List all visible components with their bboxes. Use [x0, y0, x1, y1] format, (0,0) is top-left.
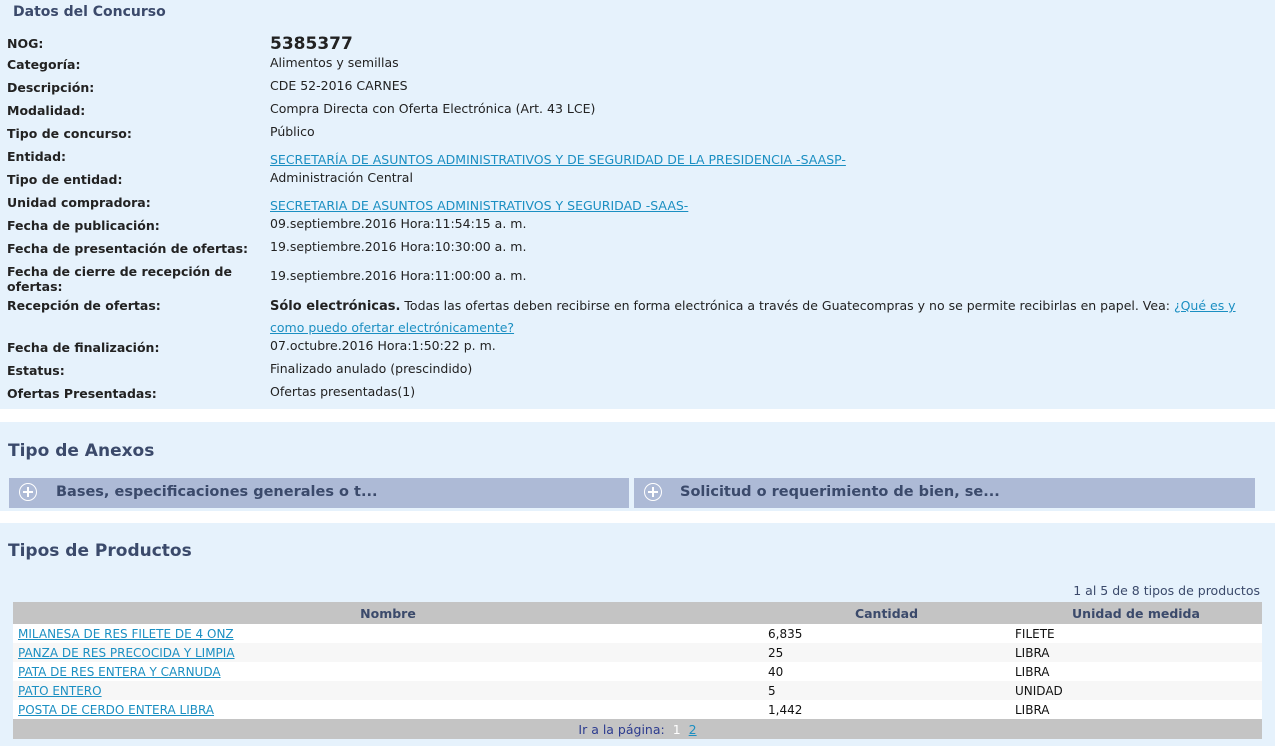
recepcion-value: Sólo electrónicas. Todas las ofertas deb… [270, 295, 1245, 338]
producto-link[interactable]: PATA DE RES ENTERA Y CARNUDA [18, 665, 221, 679]
field-value: Alimentos y semillas [270, 55, 399, 70]
field-label: Fecha de cierre de recepción de ofertas: [7, 264, 232, 294]
cell-unidad: LIBRA [1010, 643, 1262, 662]
productos-count: 1 al 5 de 8 tipos de productos [1073, 583, 1260, 598]
datos-concurso-panel: Datos del Concurso NOG: 5385377 Categorí… [0, 0, 1275, 409]
pager-page-link[interactable]: 2 [689, 722, 697, 737]
field-value: 09.septiembre.2016 Hora:11:54:15 a. m. [270, 216, 527, 231]
pager-current-page: 1 [672, 721, 681, 737]
col-header-cantidad[interactable]: Cantidad [763, 602, 1010, 624]
cell-cantidad: 1,442 [763, 700, 1010, 719]
field-value: Compra Directa con Oferta Electrónica (A… [270, 101, 596, 116]
plus-circle-icon [644, 483, 662, 501]
field-label: Tipo de entidad: [7, 172, 123, 187]
table-row: PATO ENTERO 5 UNIDAD [13, 681, 1262, 700]
datos-concurso-title: Datos del Concurso [13, 4, 166, 20]
field-value: 07.octubre.2016 Hora:1:50:22 p. m. [270, 338, 496, 353]
field-label: Fecha de publicación: [7, 218, 160, 233]
producto-link[interactable]: PANZA DE RES PRECOCIDA Y LIMPIA [18, 646, 235, 660]
anexos-title: Tipo de Anexos [8, 441, 155, 461]
field-value: Administración Central [270, 170, 413, 185]
field-label: Recepción de ofertas: [7, 298, 161, 313]
field-label: Unidad compradora: [7, 195, 151, 210]
anexo-label: Solicitud o requerimiento de bien, se... [680, 484, 1000, 500]
pager-label: Ir a la página: [578, 721, 665, 737]
table-row: POSTA DE CERDO ENTERA LIBRA 1,442 LIBRA [13, 700, 1262, 719]
producto-link[interactable]: PATO ENTERO [18, 684, 102, 698]
cell-unidad: FILETE [1010, 624, 1262, 643]
producto-link[interactable]: POSTA DE CERDO ENTERA LIBRA [18, 703, 214, 717]
plus-circle-icon [19, 483, 37, 501]
field-label: Estatus: [7, 363, 65, 378]
table-row: PANZA DE RES PRECOCIDA Y LIMPIA 25 LIBRA [13, 643, 1262, 662]
field-value: CDE 52-2016 CARNES [270, 78, 408, 93]
anexo-solicitud-toggle[interactable]: Solicitud o requerimiento de bien, se... [634, 478, 1255, 508]
col-header-unidad[interactable]: Unidad de medida [1010, 602, 1262, 624]
unidad-compradora-link[interactable]: SECRETARIA DE ASUNTOS ADMINISTRATIVOS Y … [270, 198, 688, 213]
productos-table: Nombre Cantidad Unidad de medida MILANES… [13, 602, 1262, 739]
field-value: Finalizado anulado (prescindido) [270, 361, 473, 376]
field-label: Tipo de concurso: [7, 126, 132, 141]
col-header-nombre[interactable]: Nombre [13, 602, 763, 624]
pager: Ir a la página: 1 2 [13, 719, 1262, 739]
producto-link[interactable]: MILANESA DE RES FILETE DE 4 ONZ [18, 627, 234, 641]
field-label: Modalidad: [7, 103, 86, 118]
recepcion-bold: Sólo electrónicas. [270, 299, 401, 314]
anexo-bases-toggle[interactable]: Bases, especificaciones generales o t... [9, 478, 629, 508]
anexo-label: Bases, especificaciones generales o t... [56, 484, 378, 500]
nog-value: 5385377 [270, 34, 353, 54]
cell-nombre: PATA DE RES ENTERA Y CARNUDA [13, 662, 763, 681]
field-label: Ofertas Presentadas: [7, 386, 157, 401]
field-label: Fecha de presentación de ofertas: [7, 241, 249, 256]
recepcion-text: Todas las ofertas deben recibirse en for… [404, 298, 1170, 313]
field-label: Descripción: [7, 80, 95, 95]
cell-cantidad: 5 [763, 681, 1010, 700]
table-header-row: Nombre Cantidad Unidad de medida [13, 602, 1262, 624]
cell-unidad: LIBRA [1010, 662, 1262, 681]
field-label: NOG: [7, 36, 44, 51]
field-value: 19.septiembre.2016 Hora:10:30:00 a. m. [270, 239, 527, 254]
anexos-panel: Tipo de Anexos Bases, especificaciones g… [0, 422, 1275, 511]
table-row: PATA DE RES ENTERA Y CARNUDA 40 LIBRA [13, 662, 1262, 681]
field-value: 19.septiembre.2016 Hora:11:00:00 a. m. [270, 268, 527, 283]
cell-cantidad: 6,835 [763, 624, 1010, 643]
cell-nombre: POSTA DE CERDO ENTERA LIBRA [13, 700, 763, 719]
field-value-wrapper: SECRETARÍA DE ASUNTOS ADMINISTRATIVOS Y … [270, 150, 1245, 170]
cell-cantidad: 40 [763, 662, 1010, 681]
field-value: Ofertas presentadas(1) [270, 384, 416, 399]
productos-panel: Tipos de Productos 1 al 5 de 8 tipos de … [0, 523, 1275, 746]
field-label: Fecha de finalización: [7, 340, 160, 355]
entidad-link[interactable]: SECRETARÍA DE ASUNTOS ADMINISTRATIVOS Y … [270, 152, 846, 167]
field-label: Entidad: [7, 149, 67, 164]
field-label: Categoría: [7, 57, 81, 72]
pager-row: Ir a la página: 1 2 [13, 719, 1262, 739]
productos-title: Tipos de Productos [8, 541, 192, 561]
cell-nombre: PANZA DE RES PRECOCIDA Y LIMPIA [13, 643, 763, 662]
field-value: Público [270, 124, 315, 139]
cell-nombre: PATO ENTERO [13, 681, 763, 700]
table-row: MILANESA DE RES FILETE DE 4 ONZ 6,835 FI… [13, 624, 1262, 643]
field-value-wrapper: SECRETARIA DE ASUNTOS ADMINISTRATIVOS Y … [270, 196, 1245, 216]
cell-nombre: MILANESA DE RES FILETE DE 4 ONZ [13, 624, 763, 643]
cell-unidad: LIBRA [1010, 700, 1262, 719]
cell-unidad: UNIDAD [1010, 681, 1262, 700]
cell-cantidad: 25 [763, 643, 1010, 662]
